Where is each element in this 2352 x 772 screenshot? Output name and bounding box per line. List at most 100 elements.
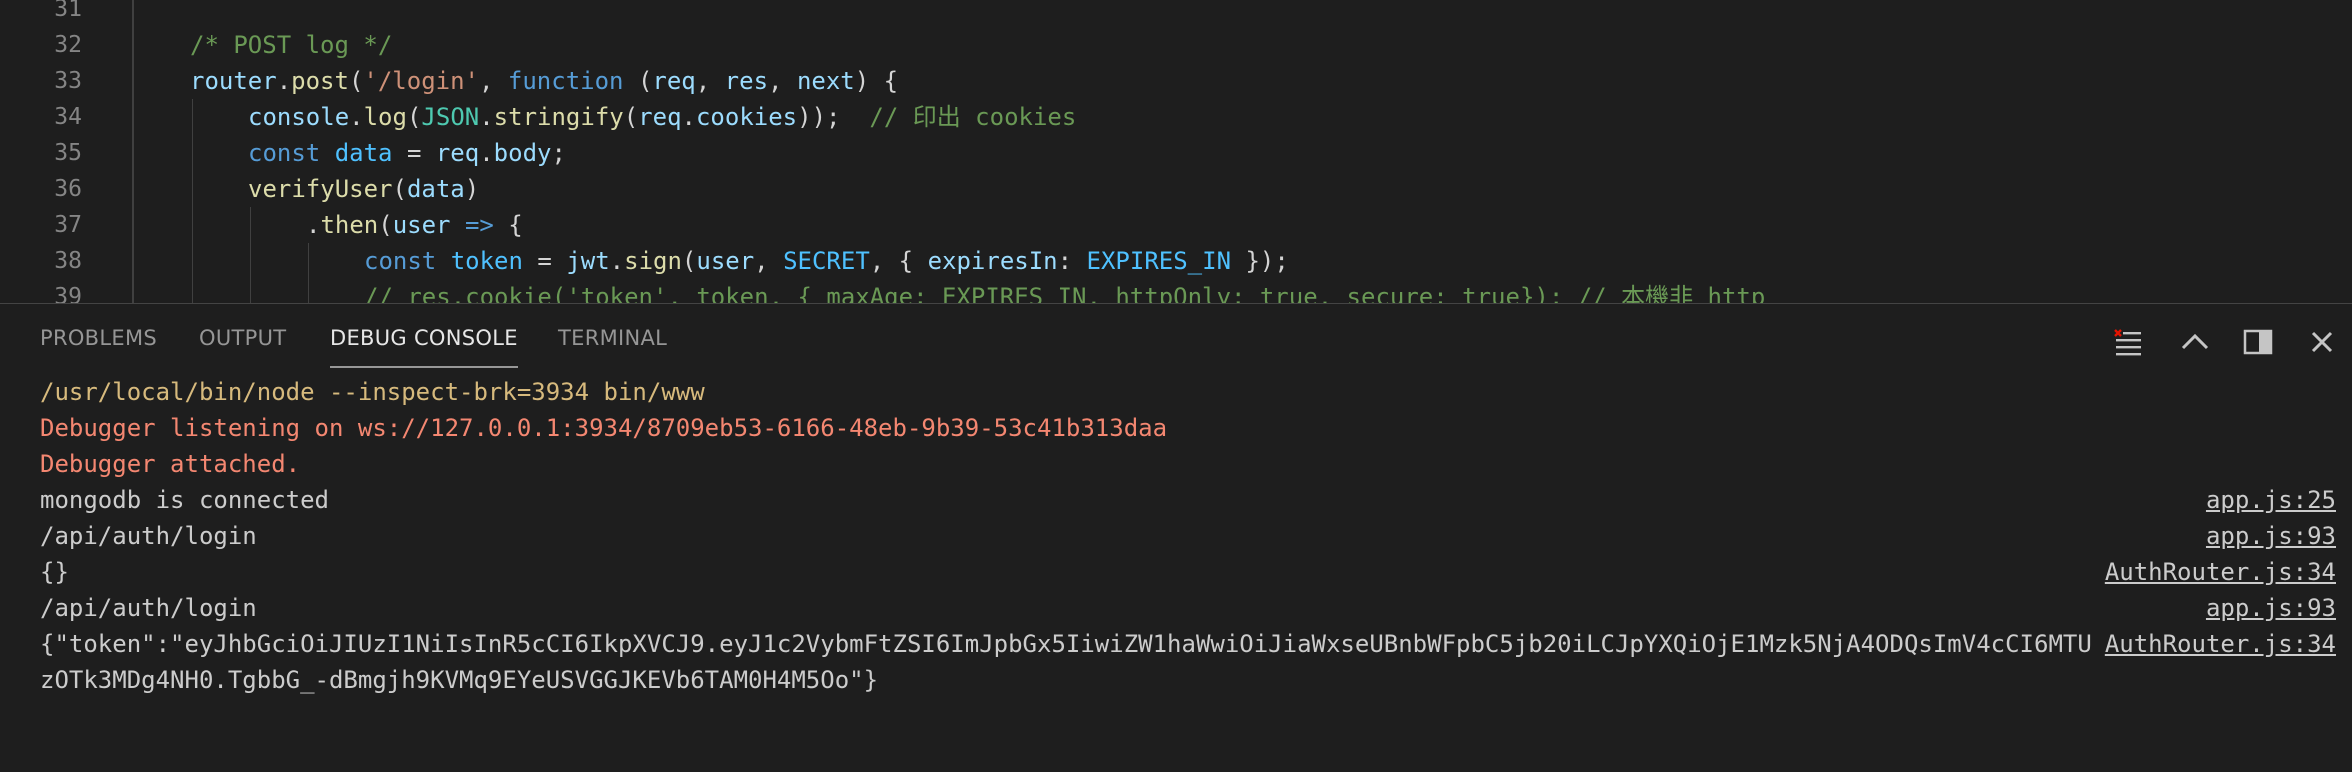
code-token: req: [638, 103, 682, 131]
code-text: const data = req.body;: [248, 135, 566, 171]
code-token: ): [464, 175, 480, 203]
console-message: {}: [40, 558, 69, 586]
code-token: {: [493, 211, 523, 239]
indent-guide: [192, 279, 193, 303]
code-token: expiresIn: [927, 247, 1058, 275]
code-token: '/login': [363, 67, 479, 95]
code-token: .: [349, 103, 364, 131]
code-token: (: [378, 211, 393, 239]
code-token: /* POST log */: [190, 31, 393, 59]
code-token: , {: [869, 247, 928, 275]
chevron-up-icon[interactable]: [2179, 326, 2211, 358]
indent-guide: [308, 279, 309, 303]
tab-output[interactable]: OUTPUT: [199, 326, 286, 350]
code-line[interactable]: 39 // res.cookie('token', token, { maxAge…: [0, 279, 2352, 303]
code-token: sign: [624, 247, 682, 275]
code-token: then: [320, 211, 379, 239]
code-token: function: [507, 67, 624, 95]
code-token: .: [276, 67, 292, 95]
code-token: jwt: [566, 247, 610, 275]
split-panel-icon[interactable]: [2242, 326, 2274, 358]
source-link[interactable]: AuthRouter.js:34: [2105, 554, 2336, 590]
code-token: user: [392, 211, 451, 239]
code-token: const: [364, 247, 437, 275]
line-number: 33: [54, 68, 82, 94]
code-token: res: [724, 67, 769, 95]
code-line[interactable]: 35 const data = req.body;: [0, 135, 2352, 171]
code-token: next: [796, 67, 855, 95]
source-link[interactable]: app.js:93: [2206, 590, 2336, 626]
code-token: stringify: [493, 103, 624, 131]
code-token: (: [623, 67, 653, 95]
code-line[interactable]: 32 /* POST log */: [0, 27, 2352, 63]
code-token: (: [348, 67, 364, 95]
console-message: /usr/local/bin/node --inspect-brk=3934 b…: [40, 378, 705, 406]
code-token: ,: [768, 67, 797, 95]
indent-guide: [192, 135, 193, 171]
code-token: req: [652, 67, 696, 95]
code-text: // res.cookie('token', token, { maxAge: …: [364, 279, 1765, 303]
code-text: router.post('/login', function (req, res…: [190, 63, 898, 99]
indent-guide: [192, 207, 193, 243]
code-token: =>: [464, 211, 494, 239]
code-line[interactable]: 34 console.log(JSON.stringify(req.cookies…: [0, 99, 2352, 135]
code-token: router: [190, 67, 277, 95]
line-number: 35: [54, 140, 82, 166]
tab-terminal[interactable]: TERMINAL: [558, 326, 667, 350]
source-link[interactable]: AuthRouter.js:34: [2105, 626, 2336, 662]
code-token: data: [406, 175, 465, 203]
code-token: // res.cookie('token', token, { maxAge: …: [364, 283, 1766, 303]
code-text: /* POST log */: [190, 27, 392, 63]
code-line[interactable]: 33 router.post('/login', function (req, r…: [0, 63, 2352, 99]
tab-problems[interactable]: PROBLEMS: [40, 326, 157, 350]
indent-guide: [192, 243, 193, 279]
code-token: .: [609, 247, 625, 275]
code-token: // 印出 cookies: [869, 103, 1077, 131]
code-token: ,: [479, 67, 508, 95]
code-token: =: [392, 139, 436, 167]
code-token: JSON: [421, 103, 480, 131]
code-token: .: [479, 139, 494, 167]
line-number: 34: [54, 104, 82, 130]
code-line[interactable]: 31: [0, 0, 2352, 27]
code-token: token: [450, 247, 523, 275]
code-token: cookies: [695, 103, 798, 131]
code-token: (: [623, 103, 639, 131]
code-token: ));: [797, 103, 870, 131]
indent-guide: [192, 99, 193, 135]
code-line[interactable]: 36 verifyUser(data): [0, 171, 2352, 207]
indent-guide: [250, 207, 251, 243]
code-token: req: [435, 139, 480, 167]
code-token: ,: [695, 67, 725, 95]
code-token: });: [1231, 247, 1289, 275]
code-token: ,: [754, 247, 784, 275]
code-token: ;: [551, 139, 566, 167]
tab-debug-console[interactable]: DEBUG CONSOLE: [330, 326, 518, 350]
indent-guide: [192, 171, 193, 207]
close-icon[interactable]: [2306, 326, 2338, 358]
code-line[interactable]: 38 const token = jwt.sign(user, SECRET, {…: [0, 243, 2352, 279]
code-token: (: [392, 175, 407, 203]
console-message: mongodb is connected: [40, 486, 329, 514]
source-link[interactable]: app.js:25: [2206, 482, 2336, 518]
code-token: ) {: [854, 67, 899, 95]
panel-tabs: PROBLEMS OUTPUT DEBUG CONSOLE TERMINAL: [0, 304, 2352, 368]
active-tab-indicator: [330, 366, 518, 368]
console-message: Debugger attached.: [40, 450, 301, 478]
code-token: .: [306, 211, 321, 239]
code-editor[interactable]: 31 32/* POST log */ 33 router.post('/login'…: [0, 0, 2352, 303]
code-text: verifyUser(data): [248, 171, 479, 207]
code-token: data: [334, 139, 393, 167]
code-token: user: [696, 247, 755, 275]
line-number: 36: [54, 176, 82, 202]
source-link[interactable]: app.js:93: [2206, 518, 2336, 554]
code-token: const: [248, 139, 321, 167]
code-token: SECRET: [783, 247, 870, 275]
clear-console-icon[interactable]: [2112, 326, 2144, 358]
code-text: console.log(JSON.stringify(req.cookies))…: [248, 99, 1076, 135]
code-line[interactable]: 37 .then(user => {: [0, 207, 2352, 243]
indent-guide: [250, 279, 251, 303]
